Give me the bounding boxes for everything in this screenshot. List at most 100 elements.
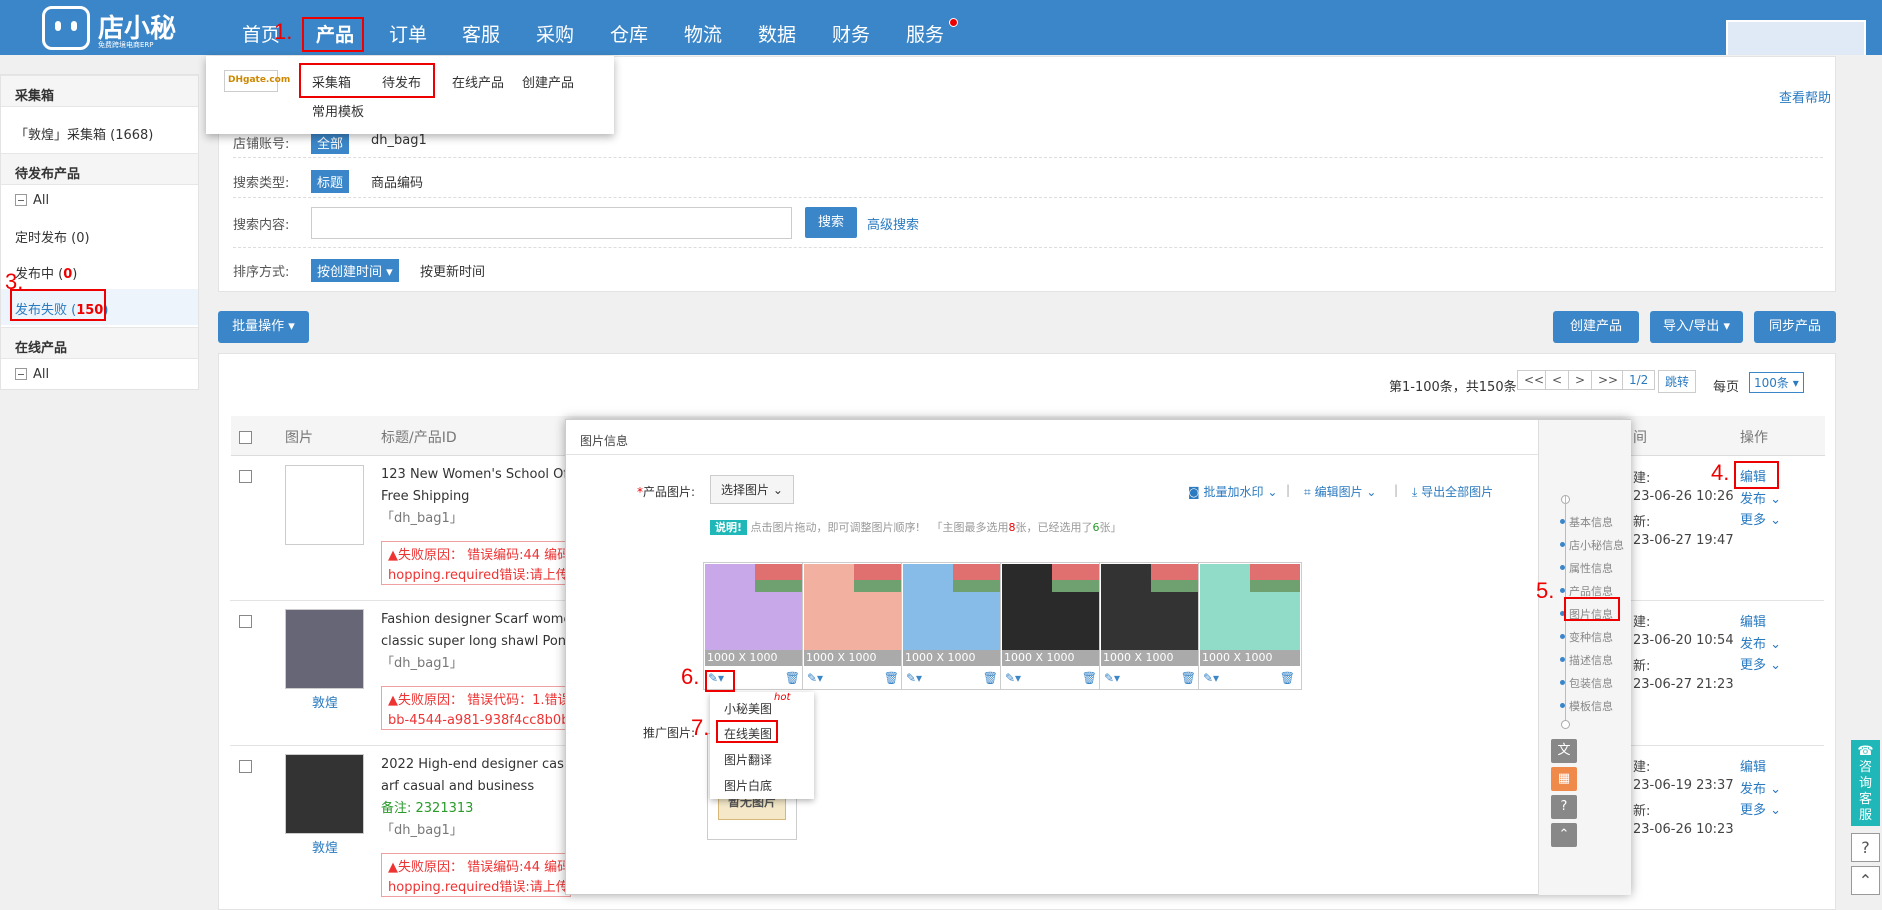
image-tools-icon[interactable]: ✎▾ [1203,671,1219,685]
per-page-select[interactable]: 100条 ▾ [1749,372,1804,393]
product-image-4[interactable]: 1000 X 1000 ✎▾ 🗑 [1000,562,1104,690]
product-title[interactable]: 123 New Women's School Of Fa [381,464,586,486]
source-platform[interactable]: 敦煌 [312,692,338,711]
store-all-tag[interactable]: 全部 [311,131,350,154]
sidebar-item-publishing[interactable]: 发布中 (0) [15,263,77,282]
product-image-6[interactable]: 1000 X 1000 ✎▾ 🗑 [1198,562,1302,690]
nav-template[interactable]: 模板信息 [1560,698,1613,714]
source-platform[interactable]: 敦煌 [312,837,338,856]
help-icon[interactable]: ? [1551,795,1577,819]
product-title-2[interactable]: arf casual and business [381,776,534,798]
product-title-2[interactable]: Free Shipping [381,486,469,508]
collapse-icon[interactable] [15,194,27,206]
nav-basic-info[interactable]: 基本信息 [1560,514,1613,530]
publish-link[interactable]: 发布 ⌄ [1740,488,1781,507]
edit-link[interactable]: 编辑 [1740,611,1766,630]
scroll-top-icon[interactable]: ⌃ [1851,866,1880,895]
nav-warehouse[interactable]: 仓库 [610,20,648,47]
select-all-checkbox[interactable] [239,431,252,444]
trash-icon[interactable]: 🗑 [1082,671,1097,685]
product-title[interactable]: Fashion designer Scarf women's [381,609,590,631]
search-input[interactable] [311,207,792,239]
image-tools-icon[interactable]: ✎▾ [807,671,823,685]
prev-page-button[interactable]: < [1545,370,1570,390]
row-checkbox[interactable] [239,615,252,628]
product-image-3[interactable]: 1000 X 1000 ✎▾ 🗑 [901,562,1005,690]
more-link[interactable]: 更多 ⌄ [1740,799,1781,818]
search-button[interactable]: 搜索 [805,207,857,238]
nav-customer-service[interactable]: 客服 [462,20,500,47]
image-tools-icon[interactable]: ✎▾ [1005,671,1021,685]
nav-description[interactable]: 描述信息 [1560,652,1613,668]
export-all-images-button[interactable]: ⤓ 导出全部图片 [1412,483,1493,500]
store-option[interactable]: dh_bag1 [371,133,427,148]
logo[interactable]: 店小秘 免费跨境电商ERP [42,6,176,50]
nav-dxm-info[interactable]: 店小秘信息 [1560,537,1624,553]
nav-data[interactable]: 数据 [758,20,796,47]
sort-created-dropdown[interactable]: 按创建时间 ▾ [311,259,399,282]
last-page-button[interactable]: >> [1591,370,1626,390]
image-tools-icon[interactable]: ✎▾ [1104,671,1120,685]
search-type-code[interactable]: 商品编码 [371,172,423,191]
nav-packaging[interactable]: 包装信息 [1560,675,1613,691]
menu-create-product[interactable]: 创建产品 [522,72,574,91]
nav-services[interactable]: 服务 [906,20,944,47]
more-link[interactable]: 更多 ⌄ [1740,509,1781,528]
tool-xiaomi-meitu[interactable]: 小秘美图 [724,700,772,717]
collapse-icon[interactable] [15,368,27,380]
sidebar-item-dhgate-collect[interactable]: 「敦煌」采集箱 (1668) [15,124,153,143]
batch-actions-button[interactable]: 批量操作 ▾ [218,311,309,343]
sort-updated[interactable]: 按更新时间 [420,261,485,280]
batch-watermark-button[interactable]: ◙ 批量加水印 ⌄ [1188,483,1277,500]
search-type-title[interactable]: 标题 [311,170,350,193]
translate-icon[interactable]: 文 [1551,739,1577,763]
tool-image-translate[interactable]: 图片翻译 [724,751,772,768]
create-product-button[interactable]: 创建产品 [1553,311,1639,343]
tool-white-background[interactable]: 图片白底 [724,777,772,794]
product-thumbnail[interactable] [285,754,364,834]
jump-button[interactable]: 跳转 [1658,370,1697,393]
calculator-icon[interactable]: ▦ [1551,767,1577,791]
edit-images-button[interactable]: ⌗ 编辑图片 ⌄ [1304,483,1376,500]
scroll-top-icon[interactable]: ⌃ [1551,823,1577,847]
publish-link[interactable]: 发布 ⌄ [1740,778,1781,797]
nav-orders[interactable]: 订单 [389,20,427,47]
trash-icon[interactable]: 🗑 [884,671,899,685]
menu-templates[interactable]: 常用模板 [312,101,364,120]
product-image-2[interactable]: 1000 X 1000 ✎▾ 🗑 [802,562,906,690]
nav-purchasing[interactable]: 采购 [536,20,574,47]
sidebar-item-scheduled[interactable]: 定时发布 (0) [15,227,90,246]
row-checkbox[interactable] [239,760,252,773]
dhgate-logo[interactable]: DHgate.com [224,70,290,92]
trash-icon[interactable]: 🗑 [1280,671,1295,685]
product-image-5[interactable]: 1000 X 1000 ✎▾ 🗑 [1099,562,1203,690]
trash-icon[interactable]: 🗑 [1181,671,1196,685]
help-link[interactable]: 查看帮助 [1779,87,1831,106]
advanced-search-link[interactable]: 高级搜索 [867,214,919,233]
sidebar-item-pending-all[interactable]: All [15,193,49,208]
trash-icon[interactable]: 🗑 [983,671,998,685]
row-checkbox[interactable] [239,470,252,483]
next-page-button[interactable]: > [1568,370,1593,390]
import-export-button[interactable]: 导入/导出 ▾ [1650,311,1743,343]
trash-icon[interactable]: 🗑 [785,671,800,685]
nav-logistics[interactable]: 物流 [684,20,722,47]
more-link[interactable]: 更多 ⌄ [1740,654,1781,673]
publish-link[interactable]: 发布 ⌄ [1740,633,1781,652]
image-tools-icon[interactable]: ✎▾ [906,671,922,685]
help-icon[interactable]: ? [1851,833,1880,862]
product-title-2[interactable]: classic super long shawl Poncho [381,631,589,653]
product-thumbnail[interactable] [285,609,364,689]
nav-variants[interactable]: 变种信息 [1560,629,1613,645]
account-area[interactable] [1726,20,1866,55]
product-thumbnail[interactable] [285,465,364,545]
consult-service-button[interactable]: ☎ 咨询客服 [1851,740,1880,826]
product-title[interactable]: 2022 High-end designer cashme [381,754,593,776]
sync-products-button[interactable]: 同步产品 [1754,311,1836,343]
menu-online-products[interactable]: 在线产品 [452,72,504,91]
edit-link[interactable]: 编辑 [1740,756,1766,775]
nav-finance[interactable]: 财务 [832,20,870,47]
select-images-button[interactable]: 选择图片 ⌄ [710,475,794,504]
nav-attributes[interactable]: 属性信息 [1560,560,1613,576]
sidebar-item-online-all[interactable]: All [15,367,49,382]
